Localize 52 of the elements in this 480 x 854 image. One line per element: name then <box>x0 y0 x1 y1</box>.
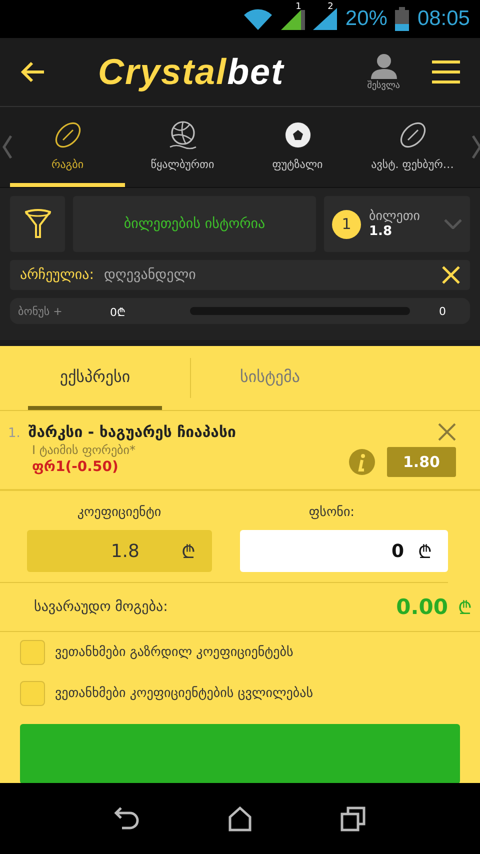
checkbox-label: ვეთანხმები კოეფიციენტების ცვლილებას <box>55 686 314 701</box>
close-icon[interactable] <box>442 266 460 284</box>
football-icon <box>398 120 428 150</box>
sport-tab[interactable]: წყალბურთი <box>125 107 240 187</box>
checkbox[interactable] <box>20 681 45 706</box>
user-icon <box>370 53 397 79</box>
signal-icon <box>281 8 306 30</box>
ticket-history-button[interactable]: ბილეთების ისტორია <box>73 196 316 252</box>
ticket-dropdown[interactable]: 1 ბილეთი 1.8 <box>324 196 470 252</box>
selection-pick: ფრ1(-0.50) <box>31 459 120 475</box>
potential-win-label: სავარაუდო მოგება: <box>34 599 169 615</box>
back-arrow-icon[interactable] <box>20 61 46 83</box>
recent-apps-icon[interactable] <box>340 806 366 832</box>
football-icon <box>52 120 82 150</box>
sport-tab[interactable]: ფუტზალი <box>240 107 355 187</box>
chevron-down-icon <box>444 219 462 229</box>
battery-icon <box>395 7 410 31</box>
odds-label: კოეფიციენტი <box>77 505 162 520</box>
bonus-label: ბონუს + <box>18 304 64 318</box>
back-icon[interactable] <box>114 806 140 832</box>
stake-label: ფსონი: <box>308 505 355 520</box>
battery-percent: 20% <box>345 7 388 31</box>
home-icon[interactable] <box>228 806 252 832</box>
soccer-ball-icon <box>282 120 312 150</box>
market-name: I ტაიმის ფორები* <box>31 443 136 457</box>
filter-value: დღევანდელი <box>104 267 197 283</box>
funnel-icon <box>24 209 50 239</box>
sim-number: 1 <box>296 2 302 12</box>
filter-button[interactable] <box>10 196 65 252</box>
remove-icon[interactable] <box>438 423 456 441</box>
logo: Crystalbet <box>98 51 286 93</box>
filter-label: არჩეულია: <box>20 267 94 283</box>
login-button[interactable]: შესვლა <box>367 53 400 91</box>
bet-type-tab[interactable]: ექსპრესი <box>28 346 162 410</box>
bonus-amount: 0₾ <box>110 304 126 318</box>
sport-tab[interactable]: ავსტ. ფეხბურ… <box>355 107 470 187</box>
wifi-icon <box>243 8 274 30</box>
potential-win-value: 0.00 <box>396 595 448 619</box>
odds-field: 1.8 ₾ <box>27 530 212 572</box>
checkbox-label: ვეთანხმები გაზრდილ კოეფიციენტებს <box>55 645 294 660</box>
menu-icon[interactable] <box>432 60 460 84</box>
currency-sign: ₾ <box>458 597 472 619</box>
ticket-count-badge: 1 <box>332 210 361 238</box>
signal-icon <box>313 8 338 30</box>
odds-badge: 1.80 <box>386 447 456 477</box>
bonus-value: 0 <box>438 304 447 318</box>
sim-number: 2 <box>328 2 334 12</box>
event-name: შარკსი - ხაგუარეს ჩიაპასი <box>28 423 236 441</box>
stake-input[interactable]: 0 ₾ <box>240 530 448 572</box>
selection-number: 1. <box>8 426 20 441</box>
clock: 08:05 <box>417 7 470 31</box>
checkbox[interactable] <box>20 640 45 665</box>
